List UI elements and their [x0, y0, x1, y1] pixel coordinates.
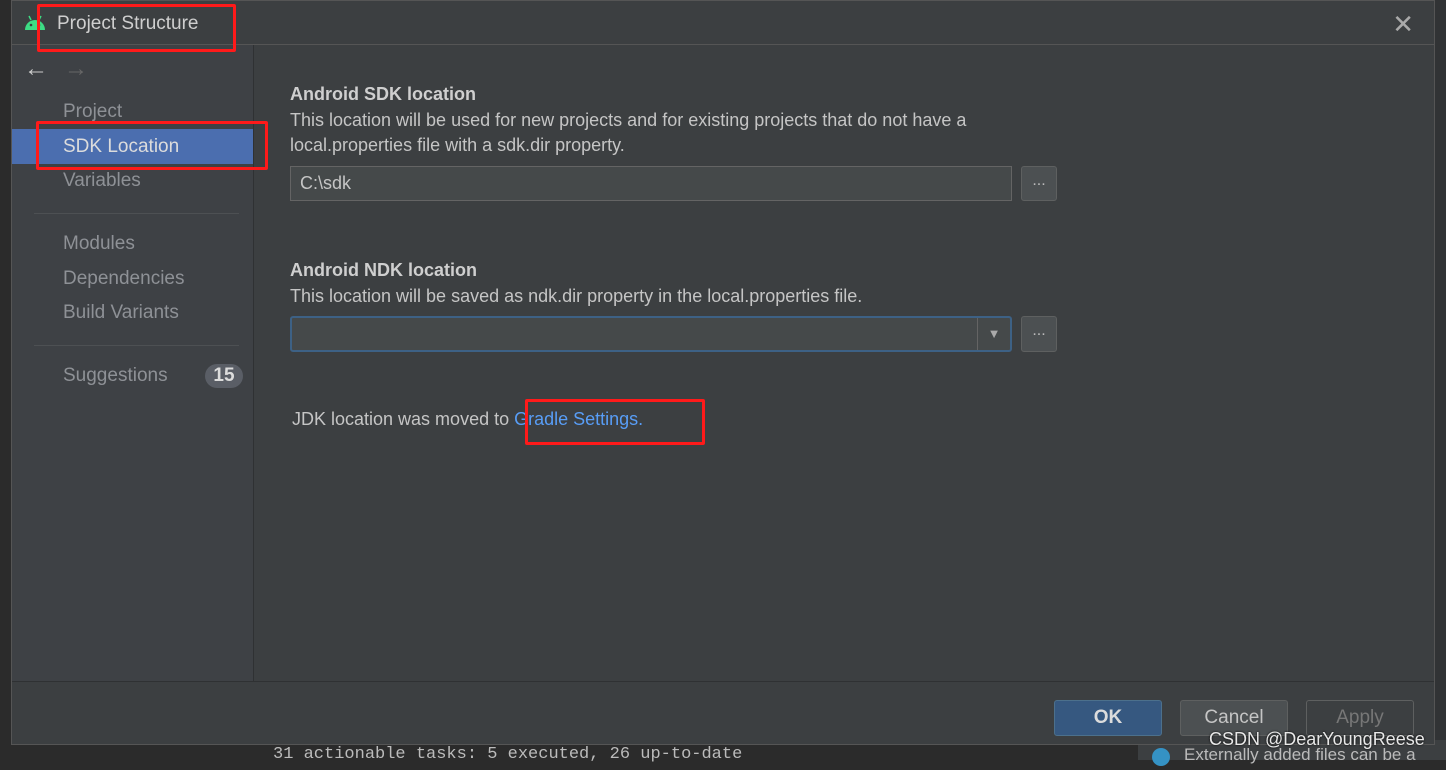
- suggestions-count-badge: 15: [205, 364, 243, 388]
- sidebar-item-build-variants[interactable]: Build Variants: [12, 295, 253, 330]
- sidebar-item-sdk-location[interactable]: SDK Location: [12, 129, 253, 164]
- sidebar-item-project[interactable]: Project: [12, 94, 253, 129]
- sidebar-item-dependencies[interactable]: Dependencies: [12, 261, 253, 296]
- close-icon[interactable]: ✕: [1392, 9, 1414, 40]
- chevron-down-icon[interactable]: ▼: [977, 318, 1010, 350]
- gradle-settings-link[interactable]: Gradle Settings.: [514, 409, 643, 429]
- back-arrow-icon[interactable]: ←: [24, 55, 48, 83]
- sdk-description-2: local.properties file with a sdk.dir pro…: [290, 135, 625, 155]
- info-icon: [1152, 748, 1170, 766]
- ndk-path-combobox[interactable]: ▼: [290, 316, 1012, 352]
- sdk-path-input[interactable]: C:\sdk: [290, 166, 1012, 201]
- forward-arrow-icon[interactable]: →: [64, 55, 88, 83]
- sidebar-item-label: Suggestions: [63, 365, 168, 386]
- ok-button[interactable]: OK: [1054, 700, 1162, 736]
- ndk-browse-button[interactable]: ...: [1021, 316, 1057, 352]
- sidebar: ← → Project SDK Location Variables Modul…: [12, 45, 254, 681]
- dialog-title: Project Structure: [57, 13, 199, 34]
- divider: [34, 213, 239, 214]
- watermark: CSDN @DearYoungReese: [1209, 729, 1425, 749]
- sidebar-item-modules[interactable]: Modules: [12, 226, 253, 261]
- sdk-heading: Android SDK location: [290, 84, 476, 104]
- jdk-note: JDK location was moved to Gradle Setting…: [292, 409, 643, 430]
- ide-background-right: [1435, 0, 1446, 740]
- divider: [34, 345, 239, 346]
- sidebar-item-variables[interactable]: Variables: [12, 163, 253, 198]
- jdk-note-text: JDK location was moved to: [292, 409, 515, 429]
- android-icon: [25, 15, 45, 30]
- ndk-description: This location will be saved as ndk.dir p…: [290, 286, 863, 306]
- ndk-heading: Android NDK location: [290, 260, 477, 280]
- sdk-browse-button[interactable]: ...: [1021, 166, 1057, 201]
- sdk-location-panel: Android SDK location This location will …: [255, 45, 1434, 681]
- sidebar-item-suggestions[interactable]: Suggestions 15: [12, 358, 253, 393]
- project-structure-dialog: Project Structure ✕ ← → Project SDK Loca…: [11, 0, 1435, 745]
- title-bar: Project Structure ✕: [12, 1, 1434, 45]
- sdk-description: This location will be used for new proje…: [290, 110, 967, 130]
